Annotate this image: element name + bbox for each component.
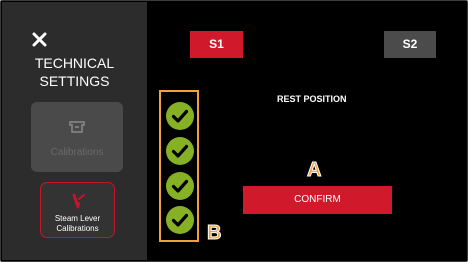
checkmark-icon	[166, 102, 194, 130]
calibration-icon	[68, 120, 86, 134]
checkmark-icon	[166, 137, 194, 165]
page-title-line2: SETTINGS	[39, 73, 110, 89]
rest-position-heading: REST POSITION	[277, 94, 347, 104]
main-panel: S1 S2 REST POSITION A CONFIRM B	[147, 2, 467, 261]
steam-lever-label: Steam Lever Calibrations	[41, 214, 114, 234]
steam-lever-icon	[70, 193, 86, 209]
calibrations-label: Calibrations	[50, 147, 104, 158]
calibrations-button[interactable]: Calibrations	[31, 102, 123, 172]
steam-label-line1: Steam Lever	[54, 214, 101, 223]
close-icon[interactable]	[32, 32, 47, 47]
tab-s2[interactable]: S2	[384, 31, 436, 58]
annotation-label-a: A	[306, 159, 322, 181]
annotation-label-b: B	[206, 222, 222, 244]
check-list-highlight	[159, 90, 199, 242]
tab-s1[interactable]: S1	[190, 31, 243, 58]
app-frame: TECHNICAL SETTINGS Calibrations Steam Le…	[0, 0, 468, 262]
steam-lever-calibrations-button[interactable]: Steam Lever Calibrations	[40, 182, 115, 238]
checkmark-icon	[166, 206, 194, 234]
sidebar: TECHNICAL SETTINGS Calibrations Steam Le…	[2, 2, 147, 260]
confirm-button[interactable]: CONFIRM	[243, 186, 392, 214]
page-title-line1: TECHNICAL	[34, 55, 115, 71]
checkmark-icon	[166, 172, 194, 200]
steam-label-line2: Calibrations	[56, 224, 99, 233]
